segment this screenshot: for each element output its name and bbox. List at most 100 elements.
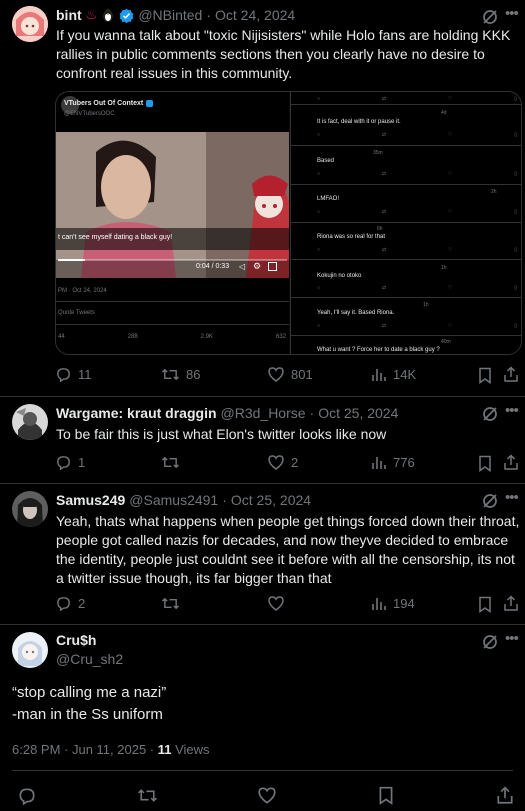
repost-button[interactable] [161, 595, 180, 612]
comment-action-row: ○ ⇄ ♡ ▯ [317, 96, 517, 102]
comment-time: 35m [373, 150, 383, 156]
comment-action-row: ○ ⇄ ♡ ▯ [317, 132, 517, 138]
author-name[interactable]: Wargame: kraut draggin [56, 405, 217, 421]
more-options-icon[interactable]: ••• [505, 630, 519, 647]
post-timestamp[interactable]: 6:28 PM · Jun 11, 2025 · [12, 742, 158, 757]
comment-time: 40m [441, 339, 451, 345]
share-icon [497, 786, 513, 804]
bookmark-icon[interactable] [478, 367, 492, 384]
repost-icon [138, 789, 157, 802]
share-icon[interactable] [503, 595, 519, 612]
bookmark-icon[interactable] [478, 455, 492, 472]
like-icon [267, 366, 285, 383]
comment-text: Based [317, 158, 335, 164]
separator-dot: · [309, 405, 315, 421]
quoted-quote-tweets: Quote Tweets [58, 310, 95, 316]
repost-button[interactable] [137, 786, 158, 805]
views-button[interactable]: 776 [371, 454, 415, 470]
reply-count: 2 [78, 596, 86, 611]
video-subtitle: t can't see myself dating a black guy! [58, 234, 173, 241]
author-handle[interactable]: @NBinted [138, 7, 202, 23]
like-count: 801 [291, 367, 313, 382]
quoted-comments-panel: 4d It is fact, deal with it or pause it.… [290, 92, 521, 354]
views-icon [371, 454, 387, 470]
comment-text: It is fact, deal with it or pause it. [317, 119, 401, 125]
views-icon [371, 595, 387, 611]
avatar[interactable] [12, 632, 48, 668]
comment-text: Kokujin no otoko [317, 273, 362, 279]
separator-dot: · [222, 492, 227, 508]
share-icon[interactable] [503, 366, 519, 383]
grok-icon[interactable] [481, 492, 499, 510]
more-options-icon[interactable]: ••• [505, 5, 519, 22]
reply-icon [55, 454, 72, 471]
quoted-date-line: PM · Oct 24, 2024 [58, 288, 107, 294]
grok-icon[interactable] [481, 8, 499, 26]
like-count: 2 [291, 455, 299, 470]
avatar[interactable] [12, 404, 48, 440]
author-handle[interactable]: @Samus2491 [129, 492, 218, 508]
avatar-image [12, 6, 48, 42]
view-count: 11 [157, 742, 172, 757]
like-button[interactable]: 801 [267, 366, 313, 383]
post-date[interactable]: Oct 25, 2024 [318, 405, 398, 421]
video-fullscreen-icon[interactable] [268, 262, 277, 271]
views-icon [371, 366, 387, 382]
like-icon [267, 595, 285, 612]
repost-count: 86 [186, 367, 201, 382]
video-mute-icon[interactable]: ◁ [239, 262, 245, 271]
avatar[interactable] [12, 6, 48, 42]
hot-springs-emoji-icon: ♨ [85, 7, 98, 22]
repost-button[interactable] [161, 454, 180, 471]
reply-button[interactable]: 2 [55, 595, 85, 612]
more-options-icon[interactable]: ••• [505, 402, 519, 419]
author-name[interactable]: Samus249 [56, 492, 125, 508]
verified-badge-icon [119, 8, 134, 23]
comment-action-row: ○ ⇄ ♡ ▯ [317, 171, 517, 177]
post-date[interactable]: Oct 24, 2024 [215, 7, 295, 23]
quoted-video-panel: VTubers Out Of Context @ENVTubersOOC t c… [56, 92, 289, 354]
reply-button[interactable] [17, 786, 37, 806]
comment-action-row: ○ ⇄ ♡ ▯ [317, 323, 517, 329]
share-button[interactable] [496, 786, 514, 805]
avatar-image [12, 491, 48, 527]
quoted-stat-views: 632 [275, 334, 286, 340]
like-button[interactable]: 2 [267, 454, 298, 471]
like-icon [267, 454, 285, 471]
comment-action-row: ○ ⇄ ♡ ▯ [317, 285, 517, 291]
post-text-line-2: -man in the Ss uniform [12, 706, 163, 723]
like-button[interactable] [267, 595, 285, 612]
like-button[interactable] [257, 786, 277, 805]
author-handle[interactable]: @R3d_Horse [221, 405, 306, 421]
video-progress-bar[interactable] [58, 259, 287, 261]
video-frame[interactable]: t can't see myself dating a black guy! 0… [56, 132, 289, 278]
bookmark-icon[interactable] [478, 596, 492, 613]
author-handle[interactable]: @Cru_sh2 [56, 651, 123, 667]
media-attachment[interactable]: VTubers Out Of Context @ENVTubersOOC t c… [55, 91, 522, 355]
comment-text: Yeah, I'll say it. Based Riona. [317, 310, 395, 316]
reply-button[interactable]: 11 [55, 366, 92, 383]
post-date[interactable]: Oct 25, 2024 [231, 492, 311, 508]
avatar[interactable] [12, 491, 48, 527]
views-count: 776 [393, 454, 415, 470]
reply-button[interactable]: 1 [55, 454, 85, 471]
comment-text: LMFAO! [317, 196, 340, 202]
views-button[interactable]: 14K [371, 366, 416, 382]
grok-icon[interactable] [481, 633, 499, 651]
repost-button[interactable]: 86 [161, 366, 200, 383]
video-settings-icon[interactable]: ⚙ [253, 261, 261, 272]
quoted-verified-icon [146, 100, 154, 107]
reply-icon [55, 366, 72, 383]
views-button[interactable]: 194 [371, 595, 415, 611]
views-label: Views [171, 742, 210, 757]
author-name[interactable]: Cru$h [56, 632, 96, 648]
grok-icon[interactable] [481, 405, 499, 423]
share-icon[interactable] [503, 454, 519, 471]
more-options-icon[interactable]: ••• [505, 489, 519, 506]
comment-text: What u want ? Force her to date a black … [317, 347, 440, 353]
quoted-stat-reposts: 288 [127, 334, 138, 340]
author-name[interactable]: bint [56, 7, 82, 23]
penguin-emoji-icon [101, 8, 115, 22]
views-count: 194 [393, 595, 415, 611]
bookmark-button[interactable] [378, 786, 394, 805]
